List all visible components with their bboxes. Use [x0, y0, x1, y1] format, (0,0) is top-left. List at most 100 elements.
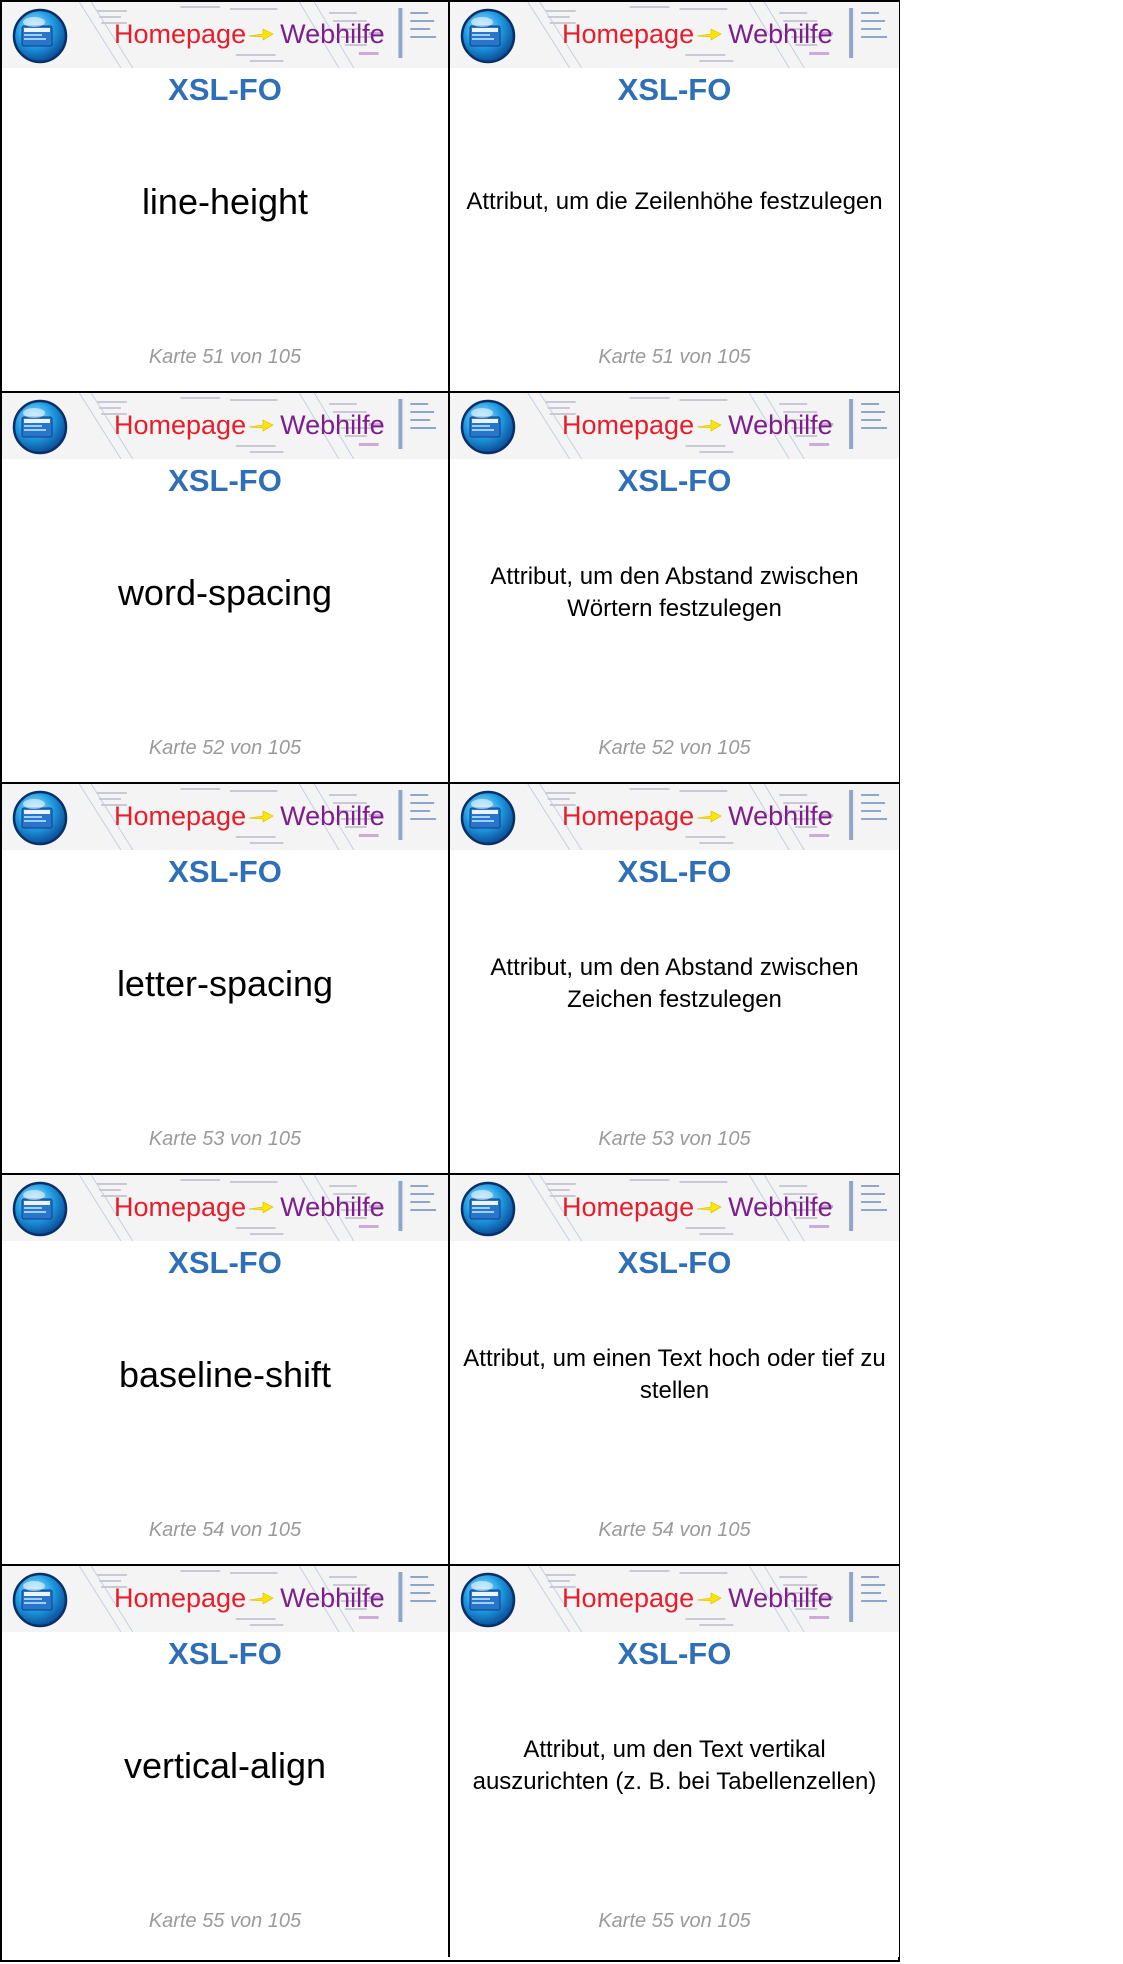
- brand-web-text: Webhilfe: [280, 409, 385, 440]
- arrow-right-icon: [249, 419, 274, 432]
- arrow-right-icon: [249, 810, 274, 823]
- brand-web-text: Webhilfe: [280, 800, 385, 831]
- card-definition: Attribut, um den Text vertikal auszurich…: [472, 1735, 877, 1795]
- brand-home-text: Homepage: [562, 409, 695, 440]
- brand-web-text: Webhilfe: [728, 1582, 833, 1613]
- brand-home-text: Homepage: [114, 800, 247, 831]
- card-banner: Homepage Webhilfe: [2, 1175, 448, 1241]
- arrow-right-icon: [697, 1592, 722, 1605]
- brand-web-text: Webhilfe: [728, 18, 833, 49]
- arrow-right-icon: [249, 28, 274, 41]
- card-banner: Homepage Webhilfe: [450, 393, 899, 459]
- card-subject: XSL-FO: [168, 854, 282, 889]
- flashcard-sheet: Homepage Webhilfe XSL-FO line-height Kar…: [0, 0, 900, 1962]
- globe-logo-icon: [460, 790, 516, 846]
- card-subject: XSL-FO: [168, 1245, 282, 1280]
- card-banner: Homepage Webhilfe: [2, 1566, 448, 1632]
- card-banner: Homepage Webhilfe: [2, 784, 448, 850]
- brand-wordmark: Homepage Webhilfe: [562, 1578, 833, 1618]
- card-banner: Homepage Webhilfe: [2, 393, 448, 459]
- globe-logo-icon: [460, 1181, 516, 1237]
- arrow-right-icon: [697, 1201, 722, 1214]
- card-subject: XSL-FO: [617, 854, 732, 889]
- brand-home-text: Homepage: [114, 409, 247, 440]
- globe-logo-icon: [12, 1181, 68, 1237]
- card-term: line-height: [141, 181, 309, 222]
- card-subject: XSL-FO: [168, 463, 282, 498]
- flashcard-front: Homepage Webhilfe XSL-FO line-height Kar…: [2, 2, 450, 393]
- card-subject: XSL-FO: [617, 463, 732, 498]
- brand-wordmark: Homepage Webhilfe: [114, 405, 385, 445]
- brand-wordmark: Homepage Webhilfe: [562, 405, 833, 445]
- card-counter: Karte 55 von 105: [148, 1910, 302, 1932]
- flashcard-front: Homepage Webhilfe XSL-FO letter-spacing …: [2, 784, 450, 1175]
- card-counter: Karte 53 von 105: [148, 1128, 302, 1150]
- brand-web-text: Webhilfe: [280, 18, 385, 49]
- card-banner: Homepage Webhilfe: [2, 2, 448, 68]
- arrow-right-icon: [249, 1592, 274, 1605]
- brand-wordmark: Homepage Webhilfe: [114, 796, 385, 836]
- brand-web-text: Webhilfe: [280, 1582, 385, 1613]
- card-term: baseline-shift: [118, 1354, 332, 1395]
- card-definition: Attribut, um einen Text hoch oder tief z…: [463, 1344, 886, 1404]
- brand-web-text: Webhilfe: [280, 1191, 385, 1222]
- card-banner: Homepage Webhilfe: [450, 784, 899, 850]
- flashcard-back: Homepage Webhilfe XSL-FO Attribut, um de…: [450, 1566, 899, 1957]
- brand-web-text: Webhilfe: [728, 800, 833, 831]
- brand-home-text: Homepage: [114, 18, 247, 49]
- brand-home-text: Homepage: [562, 1191, 695, 1222]
- card-subject: XSL-FO: [617, 1245, 732, 1280]
- flashcard-back: Homepage Webhilfe XSL-FO Attribut, um di…: [450, 2, 899, 393]
- brand-home-text: Homepage: [562, 1582, 695, 1613]
- card-term: letter-spacing: [116, 963, 334, 1004]
- card-counter: Karte 54 von 105: [148, 1519, 302, 1541]
- flashcard-back: Homepage Webhilfe XSL-FO Attribut, um de…: [450, 393, 899, 784]
- brand-web-text: Webhilfe: [728, 1191, 833, 1222]
- card-counter: Karte 54 von 105: [598, 1519, 751, 1541]
- arrow-right-icon: [697, 810, 722, 823]
- card-banner: Homepage Webhilfe: [450, 1566, 899, 1632]
- brand-wordmark: Homepage Webhilfe: [562, 1187, 833, 1227]
- card-counter: Karte 55 von 105: [598, 1910, 751, 1932]
- globe-logo-icon: [460, 399, 516, 455]
- card-subject: XSL-FO: [617, 1636, 732, 1671]
- brand-home-text: Homepage: [562, 800, 695, 831]
- card-banner: Homepage Webhilfe: [450, 2, 899, 68]
- globe-logo-icon: [12, 8, 68, 64]
- arrow-right-icon: [697, 419, 722, 432]
- arrow-right-icon: [249, 1201, 274, 1214]
- arrow-right-icon: [697, 28, 722, 41]
- brand-home-text: Homepage: [562, 18, 695, 49]
- flashcard-back: Homepage Webhilfe XSL-FO Attribut, um de…: [450, 784, 899, 1175]
- flashcard-front: Homepage Webhilfe XSL-FO word-spacing Ka…: [2, 393, 450, 784]
- brand-wordmark: Homepage Webhilfe: [114, 14, 385, 54]
- brand-wordmark: Homepage Webhilfe: [114, 1187, 385, 1227]
- globe-logo-icon: [460, 8, 516, 64]
- card-definition: Attribut, um den Abstand zwischen Zeiche…: [490, 953, 859, 1013]
- card-counter: Karte 51 von 105: [598, 346, 751, 368]
- card-definition: Attribut, um den Abstand zwischen Wörter…: [490, 562, 859, 622]
- brand-wordmark: Homepage Webhilfe: [562, 796, 833, 836]
- brand-wordmark: Homepage Webhilfe: [114, 1578, 385, 1618]
- card-term: word-spacing: [117, 572, 333, 613]
- brand-web-text: Webhilfe: [728, 409, 833, 440]
- globe-logo-icon: [12, 1572, 68, 1628]
- brand-home-text: Homepage: [114, 1582, 247, 1613]
- brand-wordmark: Homepage Webhilfe: [562, 14, 833, 54]
- card-banner: Homepage Webhilfe: [450, 1175, 899, 1241]
- card-subject: XSL-FO: [168, 72, 282, 107]
- card-subject: XSL-FO: [617, 72, 732, 107]
- card-counter: Karte 51 von 105: [148, 346, 302, 368]
- card-term: vertical-align: [123, 1745, 327, 1786]
- card-counter: Karte 53 von 105: [598, 1128, 751, 1150]
- globe-logo-icon: [12, 399, 68, 455]
- card-counter: Karte 52 von 105: [598, 737, 751, 759]
- flashcard-front: Homepage Webhilfe XSL-FO vertical-align …: [2, 1566, 450, 1957]
- card-subject: XSL-FO: [168, 1636, 282, 1671]
- flashcard-front: Homepage Webhilfe XSL-FO baseline-shift …: [2, 1175, 450, 1566]
- brand-home-text: Homepage: [114, 1191, 247, 1222]
- card-definition: Attribut, um die Zeilenhöhe festzulegen: [466, 187, 883, 215]
- globe-logo-icon: [460, 1572, 516, 1628]
- card-counter: Karte 52 von 105: [148, 737, 302, 759]
- globe-logo-icon: [12, 790, 68, 846]
